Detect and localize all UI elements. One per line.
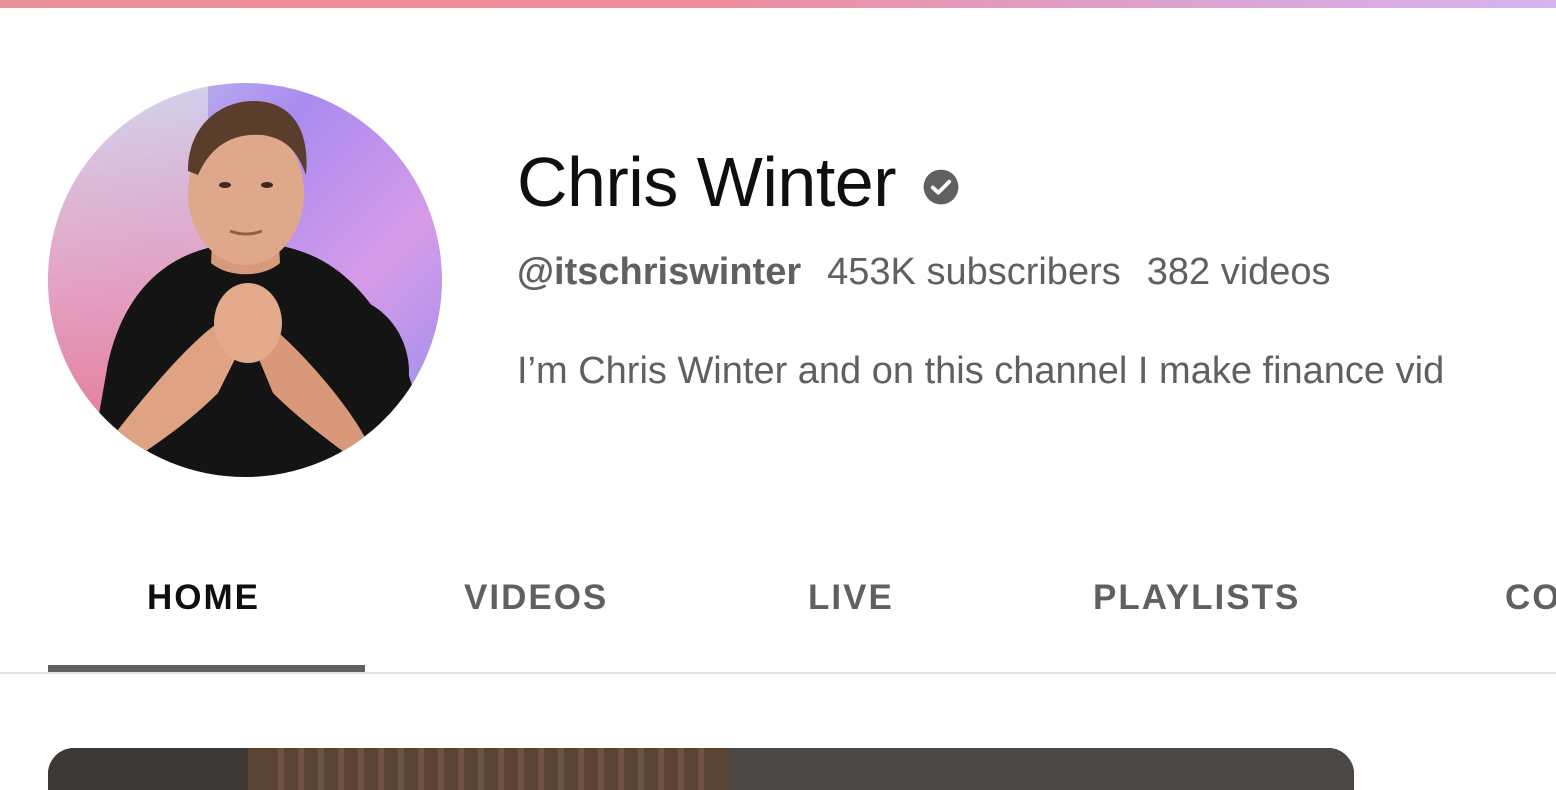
avatar-image <box>48 83 442 477</box>
featured-video-thumbnail[interactable] <box>48 748 1354 790</box>
channel-name: Chris Winter <box>517 143 897 221</box>
thumbnail-image <box>48 748 1354 790</box>
tab-videos[interactable]: VIDEOS <box>464 578 608 618</box>
channel-handle: @itschriswinter <box>517 251 802 293</box>
channel-page: Chris Winter @itschriswinter 453K subscri… <box>0 0 1556 790</box>
tab-live[interactable]: LIVE <box>808 578 894 618</box>
tab-home[interactable]: HOME <box>147 578 260 618</box>
channel-avatar[interactable] <box>48 83 442 477</box>
channel-banner[interactable] <box>0 0 1556 8</box>
subscriber-count: 453K subscribers <box>827 251 1121 293</box>
tabs-divider <box>0 672 1556 674</box>
tab-community[interactable]: CO <box>1505 578 1556 618</box>
channel-tabs: HOME VIDEOS LIVE PLAYLISTS CO <box>0 560 1556 674</box>
channel-title-row: Chris Winter <box>517 140 960 224</box>
channel-meta: @itschriswinter 453K subscribers 382 video… <box>517 248 1331 296</box>
verified-check-icon <box>923 169 959 205</box>
video-count: 382 videos <box>1146 251 1331 293</box>
tab-playlists[interactable]: PLAYLISTS <box>1093 578 1300 618</box>
channel-description[interactable]: I’m Chris Winter and on this channel I m… <box>517 345 1444 397</box>
